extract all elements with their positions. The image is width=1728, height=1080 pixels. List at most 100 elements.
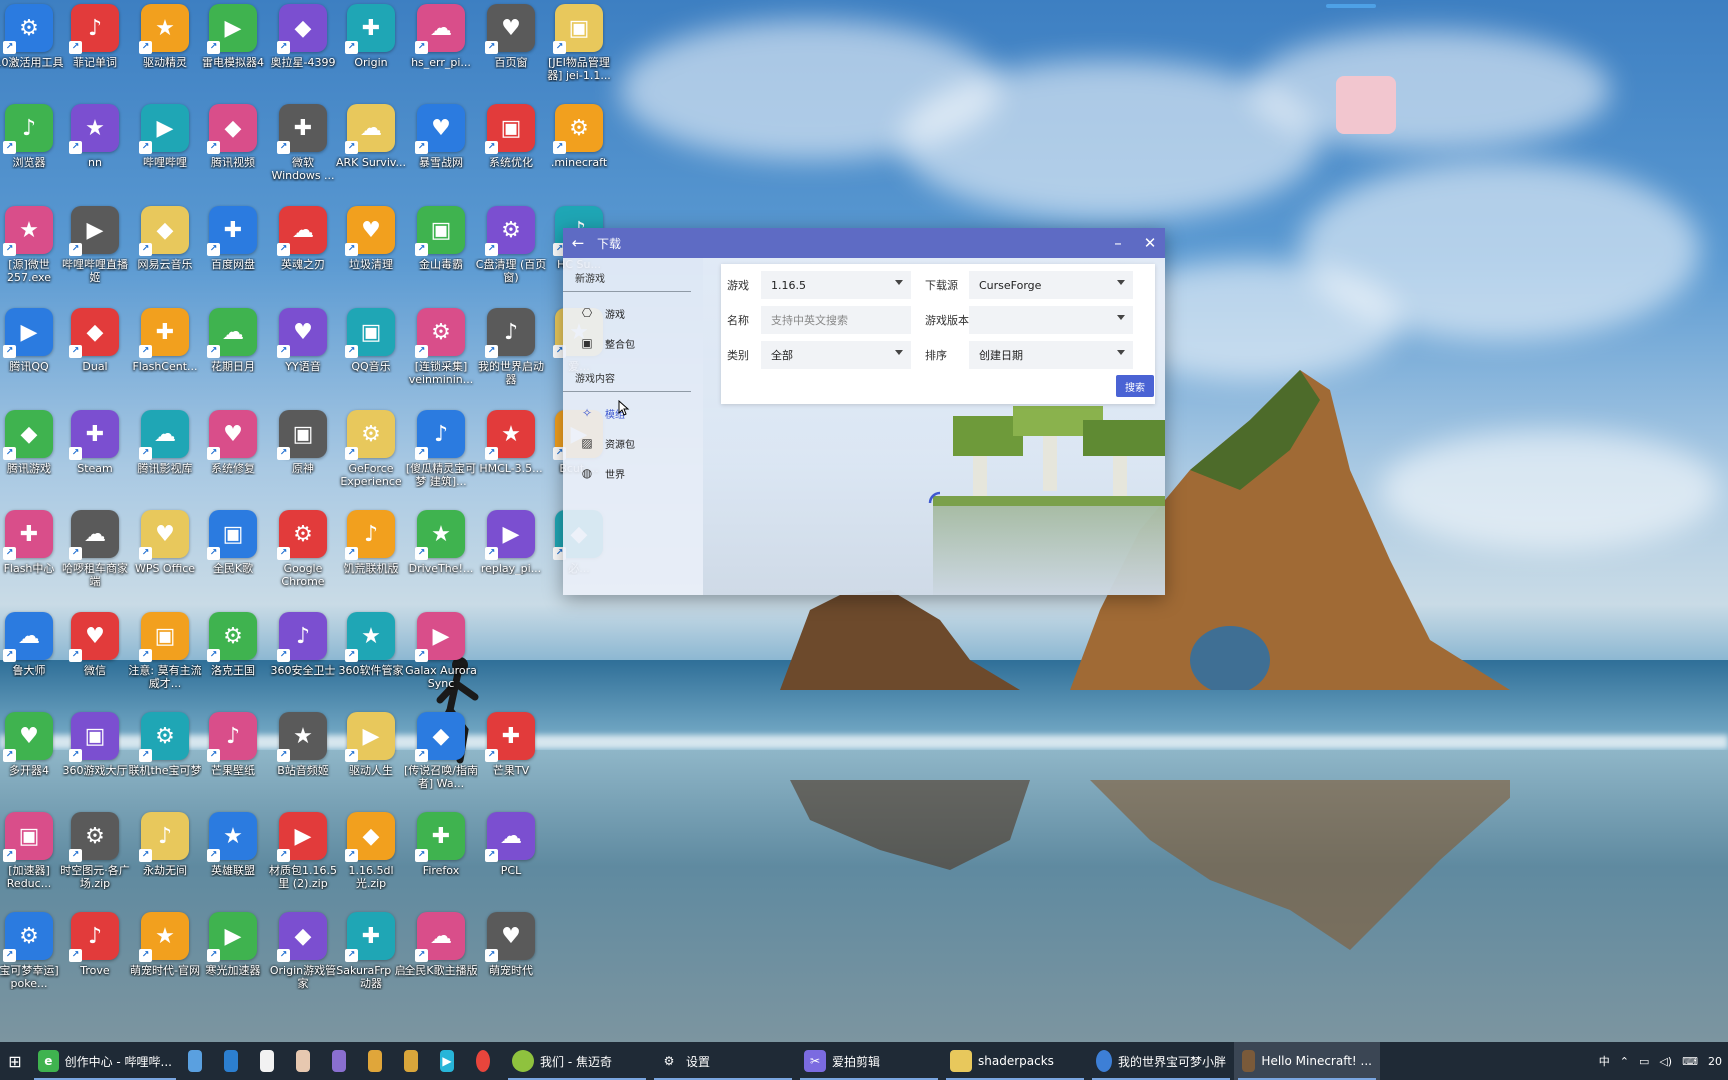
source-select[interactable]: CurseForge (969, 271, 1133, 299)
desktop-icon[interactable]: ♪ ↗ 芒果壁纸 (196, 712, 270, 808)
game-version-select[interactable]: 1.16.5 (761, 271, 911, 299)
sidebar-item-worlds[interactable]: ◍ 世界 (563, 458, 703, 488)
desktop-icon[interactable]: ♥ ↗ 微信 (58, 612, 132, 708)
desktop-icon[interactable]: ▶ ↗ Galax Aurora Sync (404, 612, 478, 708)
taskbar-item-pokemon[interactable]: 我的世界宝可梦小胖 (1088, 1042, 1234, 1080)
desktop-icon[interactable]: ♥ ↗ 系统修复 (196, 410, 270, 506)
desktop-icon[interactable]: ▶ ↗ 寒光加速器 (196, 912, 270, 1008)
desktop-icon[interactable]: ✚ ↗ Firefox (404, 812, 478, 908)
desktop-icon[interactable]: ☁ ↗ 哈啰租车商家端 (58, 510, 132, 606)
desktop-icon[interactable]: ⚙ ↗ Google Chrome (266, 510, 340, 606)
desktop-icon[interactable]: ⚙ ↗ 10激活用工具 (0, 4, 66, 100)
desktop-icon[interactable]: ★ ↗ 驱动精灵 (128, 4, 202, 100)
desktop-icon[interactable]: ☁ ↗ 鲁大师 (0, 612, 66, 708)
desktop-icon[interactable]: ▶ ↗ 腾讯QQ (0, 308, 66, 404)
chevron-up-icon[interactable]: ⌃ (1620, 1055, 1629, 1068)
search-button[interactable]: 搜索 (1116, 375, 1154, 397)
desktop-icon[interactable]: ⚙ ↗ 联机the宝可梦 (128, 712, 202, 808)
desktop-icon[interactable]: ☁ ↗ hs_err_pi... (404, 4, 478, 100)
desktop-icon[interactable]: ★ ↗ DriveThe!... (404, 510, 478, 606)
desktop-icon[interactable]: ♪ ↗ 浏览器 (0, 104, 66, 200)
desktop-icon[interactable]: ⚙ ↗ [连锁采集] veinminin... (404, 308, 478, 404)
desktop-icon[interactable]: ★ ↗ [源]微世 257.exe (0, 206, 66, 302)
desktop-icon[interactable]: ▣ ↗ QQ音乐 (334, 308, 408, 404)
desktop-icon[interactable]: ★ ↗ HMCL-3.5... (474, 410, 548, 506)
mc-version-select[interactable] (969, 306, 1133, 334)
taskbar-pinned-app[interactable] (360, 1042, 396, 1080)
desktop-icon[interactable]: ▶ ↗ replay_pi... (474, 510, 548, 606)
desktop-icon[interactable]: ♪ ↗ Trove (58, 912, 132, 1008)
sidebar-item-modpack[interactable]: ▣ 整合包 (563, 328, 703, 358)
desktop-icon[interactable]: ◆ ↗ 奥拉星-4399 (266, 4, 340, 100)
desktop-icon[interactable]: ☁ ↗ 腾讯影视库 (128, 410, 202, 506)
desktop-icon[interactable]: ▶ ↗ 材质包1.16.5 里 (2).zip (266, 812, 340, 908)
desktop-icon[interactable]: ⚙ ↗ 时空图元·各广场.zip (58, 812, 132, 908)
desktop-icon[interactable]: ▣ ↗ 360游戏大厅 (58, 712, 132, 808)
desktop-icon[interactable]: ▣ ↗ 系统优化 (474, 104, 548, 200)
desktop-icon[interactable]: ☁ ↗ ARK Surviv... (334, 104, 408, 200)
desktop-icon[interactable]: ♥ ↗ 垃圾清理 (334, 206, 408, 302)
desktop-icon[interactable]: ▣ ↗ 金山毒霸 (404, 206, 478, 302)
desktop-icon[interactable]: ▣ ↗ [JEI物品管理器] jei-1.1... (542, 4, 616, 100)
category-select[interactable]: 全部 (761, 341, 911, 369)
desktop-icon[interactable]: ✚ ↗ 微软 Windows ... (266, 104, 340, 200)
desktop-icon[interactable]: ☁ ↗ PCL (474, 812, 548, 908)
desktop-icon[interactable]: ♪ ↗ 饥荒联机版 (334, 510, 408, 606)
desktop-icon[interactable]: ♪ ↗ 永劫无间 (128, 812, 202, 908)
desktop-icon[interactable]: ★ ↗ 萌宠时代-官网 (128, 912, 202, 1008)
keyboard-icon[interactable]: ⌨ (1682, 1055, 1698, 1068)
sidebar-item-mods[interactable]: ✧ 模组 (563, 398, 703, 428)
desktop-icon[interactable]: ✚ ↗ 芒果TV (474, 712, 548, 808)
desktop-icon[interactable]: ▣ ↗ [加速器] Reduc... (0, 812, 66, 908)
desktop-icon[interactable]: ★ ↗ nn (58, 104, 132, 200)
network-icon[interactable]: ▭ (1639, 1055, 1649, 1068)
desktop-icon[interactable]: ▶ ↗ 哔哩哔哩 (128, 104, 202, 200)
taskbar-pinned-app[interactable] (252, 1042, 288, 1080)
desktop-icon[interactable]: ▶ ↗ 哔哩哔哩直播姬 (58, 206, 132, 302)
desktop-icon[interactable]: ✚ ↗ Origin (334, 4, 408, 100)
desktop-icon[interactable]: ♪ ↗ 360安全卫士 (266, 612, 340, 708)
close-button[interactable]: ✕ (1135, 228, 1165, 258)
desktop-icon[interactable]: ▣ ↗ 原神 (266, 410, 340, 506)
taskbar-item-shaderpacks[interactable]: shaderpacks (942, 1042, 1088, 1080)
desktop-icon[interactable]: ◆ ↗ 腾讯游戏 (0, 410, 66, 506)
taskbar-item-hmcl[interactable]: Hello Minecraft! ... (1234, 1042, 1380, 1080)
taskbar-pinned-app[interactable] (216, 1042, 252, 1080)
desktop-icon[interactable]: ▣ ↗ 注意: 莫有主流威才... (128, 612, 202, 708)
clock[interactable]: 20 (1708, 1055, 1722, 1068)
back-arrow-icon[interactable]: ← (563, 234, 593, 252)
desktop-icon[interactable]: ♪ ↗ 我的世界启动器 (474, 308, 548, 404)
taskbar-pinned-app[interactable] (324, 1042, 360, 1080)
desktop-icon[interactable]: ♪ ↗ 菲记单词 (58, 4, 132, 100)
desktop-icon[interactable]: ▶ ↗ 雷电模拟器4 (196, 4, 270, 100)
desktop-icon[interactable]: ★ ↗ 英雄联盟 (196, 812, 270, 908)
desktop-icon[interactable]: ⚙ ↗ C盘清理 (百页窗) (474, 206, 548, 302)
windows-start-icon[interactable]: ⊞ (0, 1042, 30, 1080)
desktop-icon[interactable]: ✚ ↗ SakuraFrp 启动器 (334, 912, 408, 1008)
desktop-icon[interactable]: ▣ ↗ 全民K歌 (196, 510, 270, 606)
minimize-button[interactable]: – (1103, 228, 1133, 258)
desktop-icon[interactable]: ◆ ↗ Origin游戏管家 (266, 912, 340, 1008)
desktop-icon[interactable]: ◆ ↗ 腾讯视频 (196, 104, 270, 200)
desktop-icon[interactable]: ★ ↗ B站音频姬 (266, 712, 340, 808)
name-search-input[interactable]: 支持中英文搜索 (761, 306, 911, 334)
desktop-icon[interactable]: ☁ ↗ 花期日月 (196, 308, 270, 404)
desktop-icon[interactable]: ♥ ↗ 萌宠时代 (474, 912, 548, 1008)
desktop-icon[interactable]: ✚ ↗ Steam (58, 410, 132, 506)
taskbar-item-bilibili-creator[interactable]: e 创作中心 - 哔哩哔... (30, 1042, 180, 1080)
desktop-icon[interactable]: ⚙ ↗ 宝可梦幸运] poke... (0, 912, 66, 1008)
taskbar-pinned-app[interactable]: ▶ (432, 1042, 468, 1080)
desktop-icon[interactable]: ▶ ↗ 驱动人生 (334, 712, 408, 808)
taskbar-item-settings[interactable]: ⚙ 设置 (650, 1042, 796, 1080)
desktop-icon[interactable]: ♥ ↗ YY语音 (266, 308, 340, 404)
desktop-icon[interactable]: ⚙ ↗ 洛克王国 (196, 612, 270, 708)
desktop-icon[interactable]: ★ ↗ 360软件管家 (334, 612, 408, 708)
ime-indicator[interactable]: 中 (1599, 1053, 1610, 1069)
desktop-icon[interactable]: ✚ ↗ FlashCent... (128, 308, 202, 404)
slider-widget[interactable] (1326, 4, 1376, 8)
desktop-icon[interactable]: ⚙ ↗ GeForce Experience (334, 410, 408, 506)
taskbar-item-aipai[interactable]: ✂ 爱拍剪辑 (796, 1042, 942, 1080)
desktop-icon[interactable]: ♥ ↗ 多开器4 (0, 712, 66, 808)
desktop-icon[interactable]: ◆ ↗ Dual (58, 308, 132, 404)
desktop-icon[interactable]: ✚ ↗ Flash中心 (0, 510, 66, 606)
